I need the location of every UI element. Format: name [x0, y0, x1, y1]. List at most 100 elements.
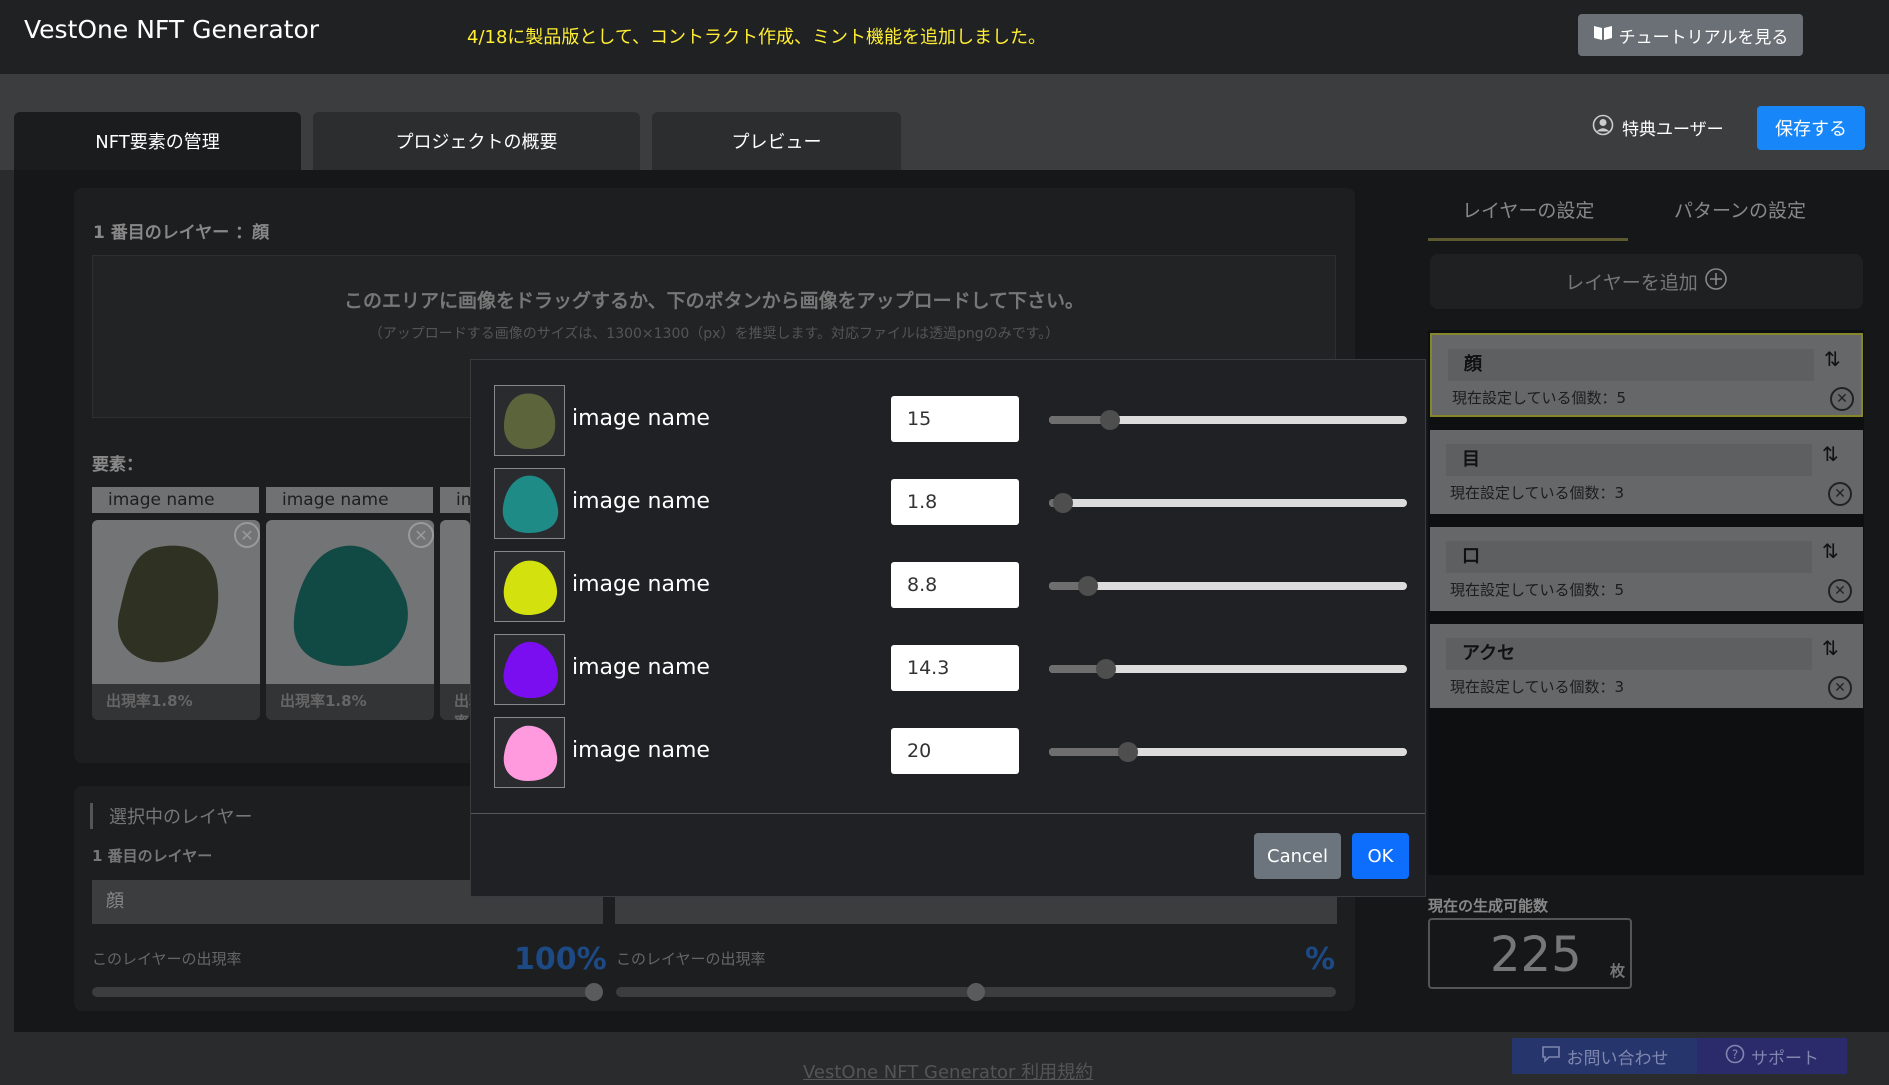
- tab-label: プロジェクトの概要: [395, 132, 558, 153]
- element-remove-button[interactable]: ✕: [408, 522, 434, 548]
- terms-link[interactable]: VestOne NFT Generator 利用規約: [803, 1058, 1093, 1084]
- rate-edit-modal: image name 15 image name 1.8 image name …: [470, 359, 1426, 897]
- layer-item-accessory[interactable]: アクセ ⇅ 現在設定している個数：3 ✕: [1430, 624, 1863, 708]
- support-button[interactable]: ? サポート: [1697, 1038, 1847, 1074]
- rate-slider[interactable]: [1049, 742, 1407, 762]
- active-tab-indicator: [1428, 238, 1628, 241]
- generation-count-label: 現在の生成可能数: [1428, 897, 1549, 915]
- layer-item-name[interactable]: 顔: [1448, 349, 1814, 381]
- ok-button[interactable]: OK: [1352, 833, 1409, 879]
- contact-button[interactable]: お問い合わせ: [1512, 1038, 1697, 1074]
- sort-arrows-icon[interactable]: ⇅: [1824, 347, 1841, 371]
- modal-row: image name 15: [471, 384, 1425, 456]
- element-name: image name: [266, 487, 433, 513]
- rate-slider-fill: [1049, 748, 1128, 756]
- layer-rate-label: このレイヤーの出現率: [92, 950, 242, 968]
- rate-slider-thumb[interactable]: [1053, 493, 1073, 513]
- element-name: image name: [572, 572, 710, 597]
- element-name: image name: [572, 655, 710, 680]
- layer-item-face[interactable]: 顔 ⇅ 現在設定している個数：5 ✕: [1430, 333, 1863, 417]
- plus-circle-icon: [1704, 267, 1728, 296]
- element-name: image name: [572, 489, 710, 514]
- element-card[interactable]: 出現率1.8%: [440, 520, 470, 720]
- element-thumbnail: [494, 468, 565, 539]
- generation-count-box: 225 枚: [1428, 918, 1632, 989]
- element-card[interactable]: ✕ 出現率1.8%: [92, 520, 260, 720]
- user-icon: [1592, 114, 1614, 141]
- selected-layer-title: 選択中のレイヤー: [90, 803, 252, 829]
- tab-project-overview[interactable]: プロジェクトの概要: [313, 112, 640, 170]
- tab-label: NFT要素の管理: [95, 132, 220, 153]
- sort-arrows-icon[interactable]: ⇅: [1822, 442, 1839, 466]
- chat-icon: [1541, 1045, 1561, 1068]
- rate-slider[interactable]: [1049, 493, 1407, 513]
- layer-item-eyes[interactable]: 目 ⇅ 現在設定している個数：3 ✕: [1430, 430, 1863, 514]
- sort-arrows-icon[interactable]: ⇅: [1822, 539, 1839, 563]
- remove-layer-icon[interactable]: ✕: [1830, 387, 1854, 411]
- contact-label: お問い合わせ: [1566, 1048, 1669, 1069]
- layer-rate-value-2: %: [1305, 942, 1336, 977]
- tab-layer-settings[interactable]: レイヤーの設定: [1462, 196, 1594, 223]
- rate-input[interactable]: 1.8: [891, 479, 1019, 525]
- rate-slider-thumb[interactable]: [1096, 659, 1116, 679]
- element-rate: 出現率1.8%: [280, 692, 367, 710]
- element-name: image name: [572, 406, 710, 431]
- element-name: image name: [440, 487, 470, 513]
- tab-label: プレビュー: [731, 132, 822, 153]
- modal-row: image name 20: [471, 716, 1425, 788]
- remove-layer-icon[interactable]: ✕: [1828, 482, 1852, 506]
- element-thumbnail: [494, 717, 565, 788]
- tab-nft-elements[interactable]: NFT要素の管理: [14, 112, 301, 170]
- modal-row: image name 8.8: [471, 550, 1425, 622]
- layer-rate-slider-thumb[interactable]: [585, 983, 603, 1001]
- sort-arrows-icon[interactable]: ⇅: [1822, 636, 1839, 660]
- element-remove-button[interactable]: ✕: [234, 522, 260, 548]
- layer-rate-value: 100%: [514, 942, 607, 977]
- rate-slider[interactable]: [1049, 576, 1407, 596]
- layer-rate-slider[interactable]: [92, 987, 603, 997]
- rate-input[interactable]: 14.3: [891, 645, 1019, 691]
- layer-item-count: 現在設定している個数：5: [1452, 389, 1627, 407]
- rate-input[interactable]: 20: [891, 728, 1019, 774]
- layer-item-name[interactable]: 目: [1446, 444, 1812, 476]
- element-card[interactable]: ✕ 出現率1.8%: [266, 520, 434, 720]
- layer-rate-slider-thumb-2[interactable]: [967, 983, 985, 1001]
- rate-slider[interactable]: [1049, 410, 1407, 430]
- user-label: 特典ユーザー: [1622, 120, 1724, 140]
- tutorial-label: チュートリアルを見る: [1618, 27, 1789, 48]
- tab-preview[interactable]: プレビュー: [652, 112, 901, 170]
- element-thumbnail: [494, 551, 565, 622]
- remove-layer-icon[interactable]: ✕: [1828, 676, 1852, 700]
- rate-slider-thumb[interactable]: [1118, 742, 1138, 762]
- tab-pattern-settings[interactable]: パターンの設定: [1674, 196, 1806, 223]
- layer-item-count: 現在設定している個数：3: [1450, 678, 1625, 696]
- element-thumbnail: [494, 634, 565, 705]
- rate-input[interactable]: 8.8: [891, 562, 1019, 608]
- layer-item-mouth[interactable]: 口 ⇅ 現在設定している個数：5 ✕: [1430, 527, 1863, 611]
- element-image: [92, 520, 260, 684]
- tutorial-button[interactable]: チュートリアルを見る: [1578, 14, 1803, 56]
- dropzone-note: （アップロードする画像のサイズは、1300×1300（px）を推奨します。対応フ…: [368, 326, 1060, 342]
- rate-slider-thumb[interactable]: [1100, 410, 1120, 430]
- layer-item-name[interactable]: 口: [1446, 541, 1812, 573]
- element-rate: 出現率1.8%: [454, 692, 470, 720]
- user-menu[interactable]: 特典ユーザー: [1592, 114, 1724, 141]
- element-rate: 出現率1.8%: [106, 692, 193, 710]
- element-image: [440, 520, 470, 684]
- remove-layer-icon[interactable]: ✕: [1828, 579, 1852, 603]
- rate-input[interactable]: 15: [891, 396, 1019, 442]
- cancel-button[interactable]: Cancel: [1254, 833, 1341, 879]
- layer-item-name[interactable]: アクセ: [1446, 638, 1812, 670]
- add-layer-button[interactable]: レイヤーを追加: [1430, 254, 1863, 309]
- modal-row: image name 14.3: [471, 633, 1425, 705]
- save-button[interactable]: 保存する: [1757, 106, 1865, 150]
- layer-heading: 1 番目のレイヤー ：顔: [93, 223, 270, 243]
- element-name: image name: [92, 487, 259, 513]
- element-thumbnail: [494, 385, 565, 456]
- elements-label: 要素：: [92, 455, 143, 475]
- modal-divider: [471, 813, 1425, 814]
- rate-slider[interactable]: [1049, 659, 1407, 679]
- generation-count-unit: 枚: [1610, 962, 1626, 980]
- add-layer-label: レイヤーを追加: [1565, 272, 1698, 294]
- rate-slider-thumb[interactable]: [1078, 576, 1098, 596]
